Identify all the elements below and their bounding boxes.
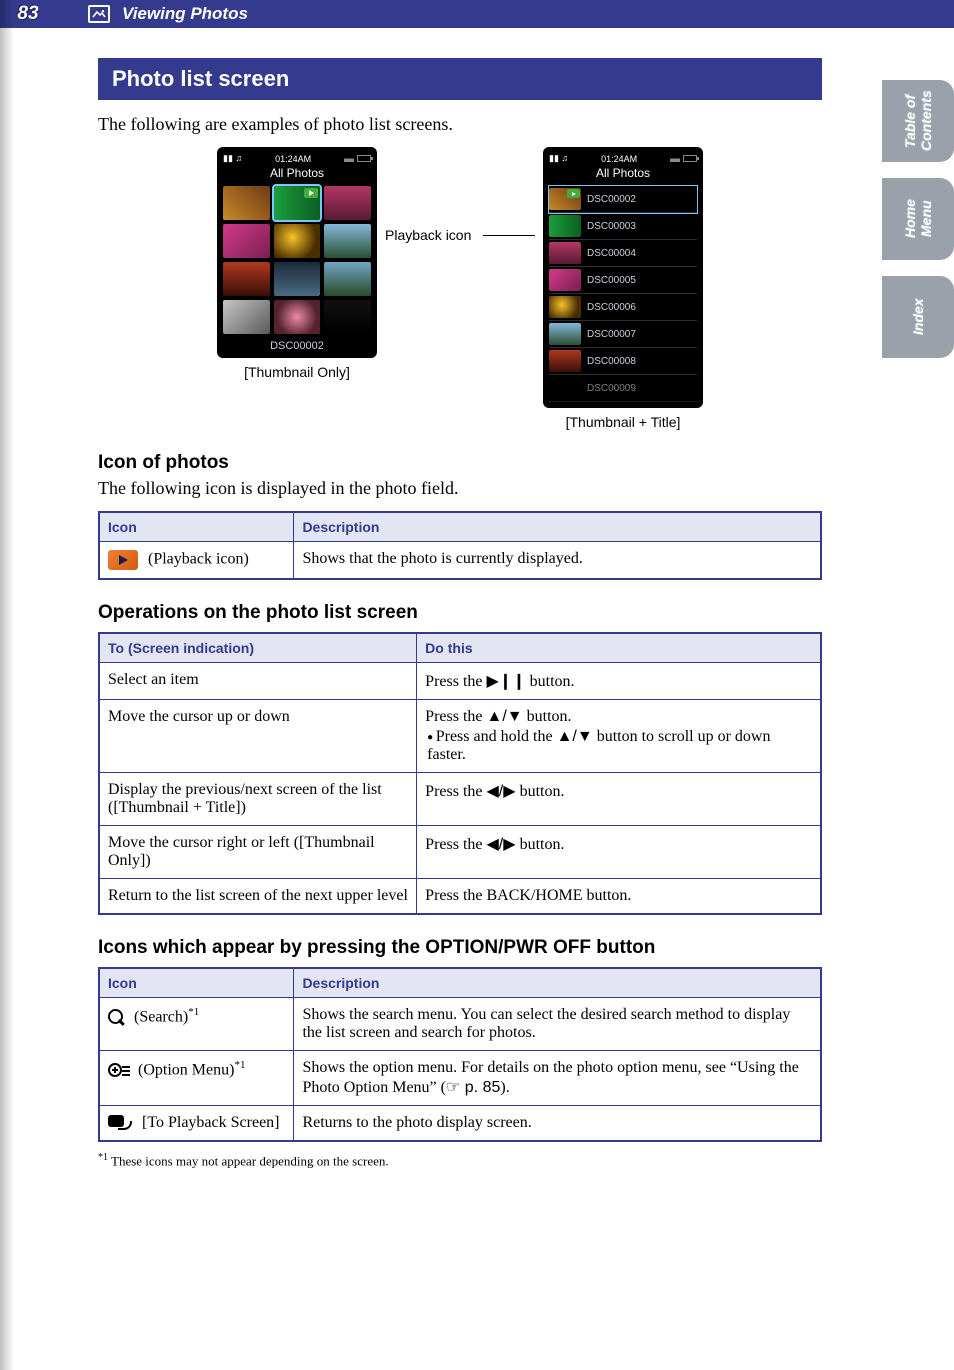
list-item: DSC00003 (549, 213, 697, 240)
heading-icon-of-photos: Icon of photos (98, 452, 822, 474)
list-item: DSC00008 (549, 348, 697, 375)
battery-icon (357, 155, 371, 162)
cell-do: Press the ▲/▼ button. Press and hold the… (417, 700, 821, 773)
th-to: To (Screen indication) (99, 633, 417, 663)
list-item: DSC00006 (549, 294, 697, 321)
cell-to: Return to the list screen of the next up… (99, 879, 417, 915)
status-bar: ▮▮ ♫ 01:24AM (223, 153, 371, 164)
table-row: Select an item Press the ▶❙❙ button. (99, 663, 821, 700)
table-operations: To (Screen indication) Do this Select an… (98, 632, 822, 915)
battery-icon (683, 155, 697, 162)
pause-note-icon: ▮▮ ♫ (549, 153, 568, 164)
playback-badge-icon (304, 188, 318, 198)
table-row: Move the cursor right or left ([Thumbnai… (99, 826, 821, 879)
cell-do: Press the ◀/▶ button. (417, 773, 821, 826)
table-option-icons: Icon Description (Search)*1 Shows the se… (98, 967, 822, 1142)
section-banner: Photo list screen (98, 58, 822, 100)
header-bar: 83 Viewing Photos (0, 0, 954, 28)
callout-playback-icon: Playback icon (385, 227, 535, 243)
list-item: DSC00005 (549, 267, 697, 294)
clock-label: 01:24AM (601, 154, 637, 164)
search-icon (108, 1009, 126, 1027)
table-row: (Playback icon) Shows that the photo is … (99, 542, 821, 580)
thumbnail-title-list: DSC00002 DSC00003 DSC00004 DSC00005 DSC0… (549, 186, 697, 402)
photo-section-icon (88, 5, 110, 23)
cell-icon: [To Playback Screen] (99, 1106, 294, 1142)
clock-label: 01:24AM (275, 154, 311, 164)
cell-to: Display the previous/next screen of the … (99, 773, 417, 826)
up-down-symbol: ▲/▼ (557, 728, 593, 745)
example-screens-row: ▮▮ ♫ 01:24AM All Photos (98, 147, 822, 430)
cell-do: Press the BACK/HOME button. (417, 879, 821, 915)
device-title: All Photos (223, 166, 371, 180)
up-down-symbol: ▲/▼ (487, 708, 523, 725)
cell-do: Press the ▶❙❙ button. (417, 663, 821, 700)
list-item: DSC00002 (549, 186, 697, 213)
cell-description: Shows that the photo is currently displa… (294, 542, 821, 580)
tab-label: HomeMenu (902, 200, 934, 239)
caption-thumbnail-title: [Thumbnail + Title] (543, 414, 703, 430)
tab-table-of-contents[interactable]: Table ofContents (882, 80, 954, 162)
left-right-symbol: ◀/▶ (487, 783, 516, 800)
device-title: All Photos (549, 166, 697, 180)
tab-label: Table ofContents (902, 91, 934, 152)
to-playback-screen-icon (108, 1115, 134, 1131)
th-do-this: Do this (417, 633, 821, 663)
cell-icon: (Search)*1 (99, 998, 294, 1051)
section-title: Viewing Photos (122, 4, 248, 24)
th-icon: Icon (99, 512, 294, 542)
callout-label: Playback icon (385, 227, 471, 243)
intro-paragraph: The following are examples of photo list… (98, 114, 822, 135)
page-left-shadow (0, 0, 14, 1370)
page-ref-link[interactable]: ☞ p. 85 (446, 1079, 500, 1096)
thumbnail-title-column: ▮▮ ♫ 01:24AM All Photos DSC00002 DSC0000… (543, 147, 703, 430)
cell-icon: (Option Menu)*1 (99, 1051, 294, 1106)
side-tabs: Table ofContents HomeMenu Index (882, 80, 954, 358)
tab-label: Index (910, 299, 926, 336)
th-description: Description (294, 512, 821, 542)
thumbnail-grid (223, 186, 371, 334)
tab-index[interactable]: Index (882, 276, 954, 358)
cell-icon: (Playback icon) (99, 542, 294, 580)
cell-to: Select an item (99, 663, 417, 700)
pause-note-icon: ▮▮ ♫ (223, 153, 242, 164)
left-right-symbol: ◀/▶ (487, 836, 516, 853)
cell-description: Shows the option menu. For details on th… (294, 1051, 821, 1106)
thumbnail-only-column: ▮▮ ♫ 01:24AM All Photos (217, 147, 377, 380)
cell-description: Returns to the photo display screen. (294, 1106, 821, 1142)
signal-icon (344, 155, 354, 162)
footnote: *1 These icons may not appear depending … (98, 1152, 822, 1169)
play-pause-symbol: ▶❙❙ (487, 673, 526, 690)
signal-icon (670, 155, 680, 162)
thumbnail-footer-label: DSC00002 (223, 340, 371, 352)
device-thumbnail-only: ▮▮ ♫ 01:24AM All Photos (217, 147, 377, 358)
device-thumbnail-title: ▮▮ ♫ 01:24AM All Photos DSC00002 DSC0000… (543, 147, 703, 408)
table-row: Display the previous/next screen of the … (99, 773, 821, 826)
table-row: (Search)*1 Shows the search menu. You ca… (99, 998, 821, 1051)
table-row: [To Playback Screen] Returns to the phot… (99, 1106, 821, 1142)
cell-to: Move the cursor up or down (99, 700, 417, 773)
option-menu-icon (108, 1063, 130, 1079)
playback-icon (108, 550, 138, 570)
table-row: Return to the list screen of the next up… (99, 879, 821, 915)
cell-do: Press the ◀/▶ button. (417, 826, 821, 879)
list-item: DSC00009 (549, 375, 697, 402)
bullet-item: Press and hold the ▲/▼ button to scroll … (427, 728, 812, 764)
list-item: DSC00004 (549, 240, 697, 267)
caption-thumbnail-only: [Thumbnail Only] (217, 364, 377, 380)
table-row: (Option Menu)*1 Shows the option menu. F… (99, 1051, 821, 1106)
cell-description: Shows the search menu. You can select th… (294, 998, 821, 1051)
th-icon: Icon (99, 968, 294, 998)
table-icon-of-photos: Icon Description (Playback icon) Shows t… (98, 511, 822, 580)
cell-to: Move the cursor right or left ([Thumbnai… (99, 826, 417, 879)
th-description: Description (294, 968, 821, 998)
heading-operations: Operations on the photo list screen (98, 602, 822, 624)
list-item: DSC00007 (549, 321, 697, 348)
tab-home-menu[interactable]: HomeMenu (882, 178, 954, 260)
table-row: Move the cursor up or down Press the ▲/▼… (99, 700, 821, 773)
icon-of-photos-intro: The following icon is displayed in the p… (98, 478, 822, 499)
status-bar: ▮▮ ♫ 01:24AM (549, 153, 697, 164)
heading-option-icons: Icons which appear by pressing the OPTIO… (98, 937, 822, 959)
playback-badge-icon (567, 189, 580, 198)
